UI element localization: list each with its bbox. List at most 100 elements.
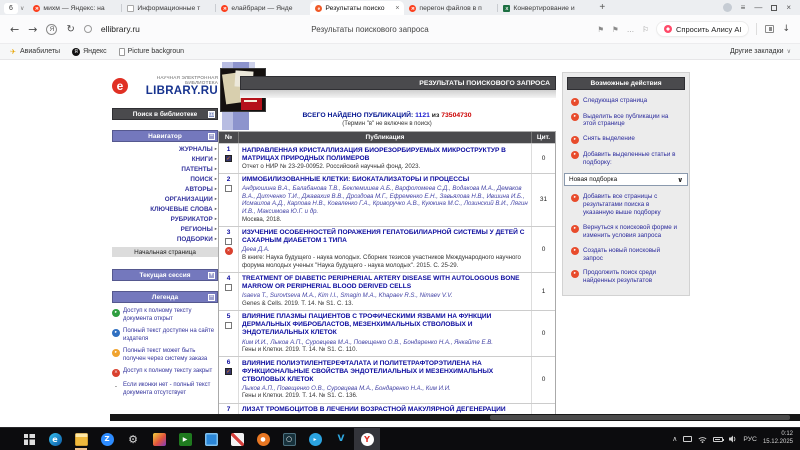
expand-icon[interactable]: +	[208, 272, 215, 279]
tablet-mode-icon[interactable]	[683, 436, 692, 442]
row-checkbox[interactable]	[225, 322, 232, 329]
taskbar-app[interactable]	[146, 428, 172, 450]
taskbar-app[interactable]: Z	[94, 428, 120, 450]
browser-tab[interactable]: Я михм — Яндекс: на ×	[28, 1, 122, 15]
nav-item[interactable]: КЛЮЧЕВЫЕ СЛОВА ▸	[112, 204, 218, 214]
taskbar-app[interactable]: ○	[276, 428, 302, 450]
nav-item[interactable]: ПОДБОРКИ ▸	[112, 234, 218, 244]
horizontal-scrollbar-track[interactable]	[110, 414, 800, 421]
nav-item[interactable]: КНИГИ ▸	[112, 154, 218, 164]
taskbar-app[interactable]: e	[42, 428, 68, 450]
browser-tab[interactable]: X Конвертирование и ×	[498, 1, 592, 15]
collapse-icon[interactable]: −	[208, 294, 215, 301]
browser-menu-button[interactable]: ≡	[741, 3, 746, 12]
taskbar-app[interactable]: Y	[354, 428, 380, 450]
row-checkbox[interactable]	[225, 238, 232, 245]
row-checkbox[interactable]	[225, 185, 232, 192]
browser-tab[interactable]: Я перегон файлов в п ×	[404, 1, 498, 15]
chevron-up-icon[interactable]: ∧	[672, 435, 677, 443]
yandex-home-button[interactable]: Я	[46, 24, 57, 35]
publication-title-link[interactable]: ИММОБИЛИЗОВАННЫЕ КЛЕТКИ: БИОКАТАЛИЗАТОРЫ…	[242, 176, 528, 184]
publication-title-link[interactable]: НАПРАВЛЕННАЯ КРИСТАЛЛИЗАЦИЯ БИОРЕЗОРБИРУ…	[242, 147, 528, 163]
forward-button[interactable]: →	[28, 23, 37, 36]
bookmark-icon[interactable]: ⚐	[642, 25, 649, 34]
side-panel-icon[interactable]	[765, 25, 774, 33]
more-icon[interactable]: …	[627, 25, 635, 34]
taskbar-app[interactable]	[224, 428, 250, 450]
browser-tab[interactable]: Я елайбрари — Янде ×	[216, 1, 310, 15]
site-security-icon[interactable]	[84, 25, 92, 33]
minimize-button[interactable]: —	[754, 3, 762, 12]
back-button[interactable]: ←	[10, 23, 19, 36]
home-page-link[interactable]: Начальная страница	[112, 247, 218, 257]
row-checkbox[interactable]	[225, 284, 232, 291]
tab-close-icon[interactable]: ×	[395, 5, 399, 12]
action-link[interactable]: ▸ Вернуться к поисковой форме и изменить…	[571, 224, 681, 240]
action-link[interactable]: ▸ Создать новый поисковый запрос	[571, 247, 681, 263]
taskbar-app[interactable]: ●	[250, 428, 276, 450]
access-status-icon: ▸	[112, 349, 120, 357]
url-text[interactable]: ellibrary.ru	[101, 24, 140, 34]
action-link[interactable]: ▸ Снять выделение	[571, 135, 681, 144]
horizontal-scrollbar-thumb[interactable]	[490, 415, 790, 420]
close-button[interactable]: ×	[786, 3, 791, 12]
publication-title-link[interactable]: ВЛИЯНИЕ ПОЛИЭТИЛЕНТЕРЕФТАЛАТА И ПОЛИТЕТР…	[242, 360, 528, 384]
taskbar-app[interactable]	[16, 428, 42, 450]
row-checkbox[interactable]: ✓	[225, 368, 232, 375]
taskbar-app[interactable]: ▸	[302, 428, 328, 450]
new-tab-button[interactable]: +	[599, 2, 605, 13]
translate-icon[interactable]: ⚑	[597, 25, 604, 34]
action-link[interactable]: ▸ Следующая страница	[571, 97, 681, 106]
nav-item[interactable]: АВТОРЫ ▸	[112, 184, 218, 194]
nav-item[interactable]: РЕГИОНЫ ▸	[112, 224, 218, 234]
left-sidebar: e НАУЧНАЯ ЭЛЕКТРОННАЯ БИБЛИОТЕКА LIBRARY…	[112, 70, 218, 397]
browser-tab[interactable]: e Результаты поиско ×	[310, 1, 404, 15]
restore-button[interactable]	[771, 5, 777, 11]
row-checkbox[interactable]: ✓	[225, 155, 232, 162]
other-bookmarks-button[interactable]: Другие закладки ∨	[730, 48, 791, 55]
browser-tab[interactable]: Информационные т ×	[122, 1, 216, 15]
taskbar-app[interactable]: ⚙	[120, 428, 146, 450]
nav-item[interactable]: РУБРИКАТОР ▸	[112, 214, 218, 224]
publication-title-link[interactable]: ВЛИЯНИЕ ПЛАЗМЫ ПАЦИЕНТОВ С ТРОФИЧЕСКИМИ …	[242, 313, 528, 337]
bookmark-item[interactable]: Picture backgroun	[119, 48, 184, 56]
collapse-icon[interactable]: −	[208, 133, 215, 140]
refresh-button[interactable]: ↻	[66, 24, 74, 35]
search-in-library-header[interactable]: Поиск в библиотеке ⊞	[112, 108, 218, 120]
publication-title-link[interactable]: ЛИЗАТ ТРОМБОЦИТОВ В ЛЕЧЕНИИ ВОЗРАСТНОЙ М…	[242, 406, 528, 414]
wifi-icon[interactable]	[698, 436, 707, 443]
taskbar-app[interactable]: V	[328, 428, 354, 450]
nav-item[interactable]: ОРГАНИЗАЦИИ ▸	[112, 194, 218, 204]
collections-icon[interactable]: ⚑	[612, 25, 619, 34]
bookmark-item[interactable]: ✈ Авиабилеты	[9, 48, 60, 56]
bookmark-item[interactable]: Я Яндекс	[72, 48, 107, 56]
language-indicator[interactable]: РУС	[743, 436, 757, 443]
taskbar-app[interactable]	[68, 428, 94, 450]
nav-item[interactable]: ПОИСК ▸	[112, 174, 218, 184]
collection-select[interactable]: Новая подборка ∨	[564, 173, 688, 186]
action-link[interactable]: ▸ Добавить все страницы с результатами п…	[571, 193, 681, 217]
publication-title-link[interactable]: ИЗУЧЕНИЕ ОСОБЕННОСТЕЙ ПОРАЖЕНИЯ ГЕПАТОБИ…	[242, 229, 528, 245]
action-link[interactable]: ▸ Добавить выделенные статьи в подборку:	[571, 151, 681, 167]
profile-avatar[interactable]	[723, 3, 732, 12]
elibrary-logo[interactable]: e НАУЧНАЯ ЭЛЕКТРОННАЯ БИБЛИОТЕКА LIBRARY…	[112, 70, 218, 102]
action-link[interactable]: ▸ Продолжить поиск среди найденных резул…	[571, 269, 681, 285]
taskbar-app[interactable]: ▶	[172, 428, 198, 450]
nav-item[interactable]: ПАТЕНТЫ ▸	[112, 164, 218, 174]
current-session-header[interactable]: Текущая сессия +	[112, 269, 218, 281]
alice-button[interactable]: Спросить Алису AI	[657, 22, 748, 36]
download-icon[interactable]: ↓	[782, 24, 790, 34]
volume-icon[interactable]	[729, 435, 737, 443]
grid-icon[interactable]: ⊞	[208, 111, 215, 118]
action-link[interactable]: ▸ Выделить все публикации на этой страни…	[571, 113, 681, 129]
tab-counter[interactable]: 6 ∨	[4, 3, 24, 14]
navigator-header[interactable]: Навигатор −	[112, 130, 218, 142]
publication-title-link[interactable]: TREATMENT OF DIABETIC PERIPHERIAL ARTERY…	[242, 275, 528, 291]
legend-header[interactable]: Легенда −	[112, 291, 218, 303]
publication-authors: Лыков А.П., Повещенко О.В., Суровцева М.…	[242, 385, 528, 393]
bookmark-favicon-icon	[119, 48, 125, 56]
taskbar-app[interactable]	[198, 428, 224, 450]
battery-icon[interactable]	[713, 437, 723, 442]
clock[interactable]: 0:12 15.12.2025	[763, 431, 793, 447]
nav-item[interactable]: ЖУРНАЛЫ ▸	[112, 144, 218, 154]
